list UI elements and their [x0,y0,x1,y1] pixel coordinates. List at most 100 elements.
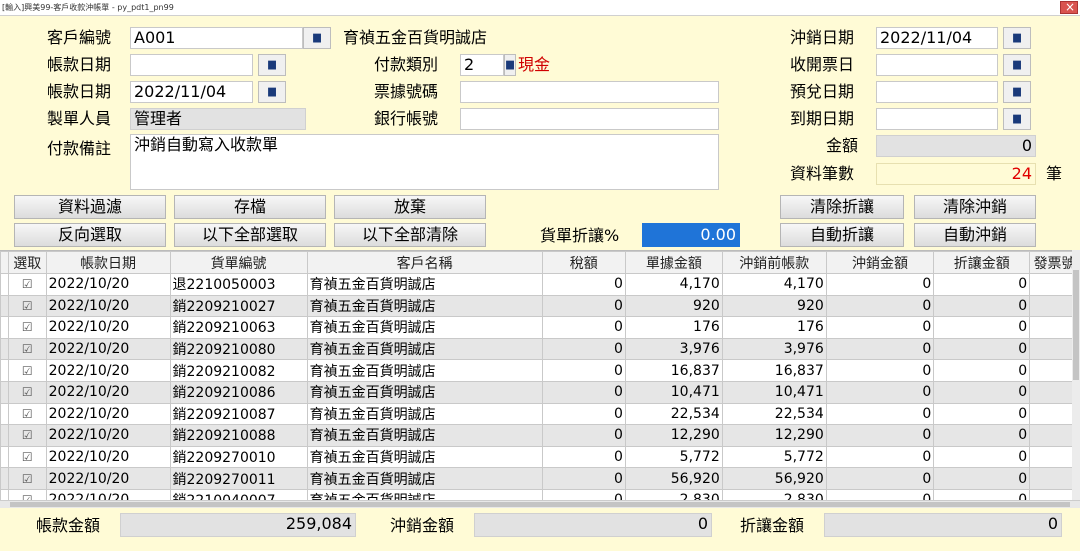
issue-date-label: 收開票日 [790,55,855,74]
table-row[interactable]: ☑ 2022/10/20 銷2209270010 育禎五金百貨明誠店 0 5,772 5,7… [0,445,1080,469]
table-cell: 0 [825,467,935,490]
table-row[interactable]: ☑ 2022/10/20 銷2209210063 育禎五金百貨明誠店 0 176 176 0 0 [0,316,1080,339]
memo-textarea[interactable]: 沖銷自動寫入收款單 [130,134,719,190]
table-row[interactable]: ☑ 2022/10/20 銷2209210080 育禎五金百貨明誠店 0 3,976 3,9… [0,337,1080,361]
bill-date2-input[interactable]: 2022/11/04 [130,81,253,103]
clear-offset-button[interactable]: 清除沖銷 [914,195,1036,219]
table-cell: 0 [933,380,1031,404]
row-indicator [0,273,9,296]
column-header[interactable]: 稅額 [541,251,626,274]
column-header[interactable]: 沖銷金額 [825,251,935,274]
offset-date-input[interactable]: 2022/11/04 [876,27,998,49]
table-row[interactable]: ☑ 2022/10/20 銷2209210027 育禎五金百貨明誠店 0 920 920 0 0 [0,294,1080,318]
select-checkbox[interactable]: ☑ [7,380,47,404]
table-row[interactable]: ☑2022/10/20銷2210040007育禎五金百貨明誠店02,8302,8… [0,488,1080,500]
chevron-down-icon[interactable] [504,54,516,76]
select-checkbox[interactable]: ☑ [7,445,47,469]
customer-picker-icon[interactable] [303,27,331,49]
clear-discount-button[interactable]: 清除折讓 [780,195,904,219]
table-row[interactable]: ☑ 2022/10/20 退2210050003 育禎五金百貨明誠店 0 4,170 4,1… [0,273,1080,296]
pay-type-label: 付款類別 [374,55,439,74]
table-cell: 10,471 [624,380,723,404]
bill-date1-input[interactable] [130,54,253,76]
abandon-button[interactable]: 放棄 [334,195,486,219]
table-cell: 22,534 [721,402,827,426]
due-date-input[interactable] [876,108,998,130]
calendar-icon[interactable] [1003,81,1031,103]
column-header[interactable]: 沖銷前帳款 [721,251,827,274]
table-row[interactable]: ☑ 2022/10/20 銷2209210087 育禎五金百貨明誠店 0 22,534 22… [0,402,1080,426]
scroll-thumb[interactable] [1073,270,1079,380]
column-header[interactable]: 折讓金額 [933,251,1031,274]
maker-field: 管理者 [130,108,306,130]
bank-account-input[interactable] [460,108,719,130]
calendar-icon[interactable] [1003,108,1031,130]
table-row[interactable]: ☑ 2022/10/20 銷2209270011 育禎五金百貨明誠店 0 56,920 56… [0,467,1080,490]
calendar-icon[interactable] [258,81,286,103]
invert-select-button[interactable]: 反向選取 [14,223,166,247]
table-cell: 0 [825,294,935,318]
expected-date-label: 預兌日期 [790,82,855,101]
table-cell: 2,830 [624,488,723,500]
select-all-below-button[interactable]: 以下全部選取 [174,223,326,247]
table-cell: 0 [825,337,935,361]
due-date-label: 到期日期 [790,109,855,128]
voucher-no-input[interactable] [460,81,719,103]
column-header[interactable]: 貨單編號 [169,251,308,274]
ledger-table: 選取 帳款日期 貨單編號 客戶名稱 稅額 單據金額 沖銷前帳款 沖銷金額 折讓金額 發票號 ☑ 20… [0,251,1080,500]
select-checkbox[interactable]: ☑ [7,402,47,426]
window-title: [輸入]興美99-客戶收款沖帳單 - py_pdt1_pn99 [2,3,174,12]
calendar-icon[interactable] [1003,27,1031,49]
ledger-grid[interactable]: 選取 帳款日期 貨單編號 客戶名稱 稅額 單據金額 沖銷前帳款 沖銷金額 折讓金額 發票號 ☑ 20… [0,250,1080,500]
auto-offset-button[interactable]: 自動沖銷 [914,223,1036,247]
calendar-icon[interactable] [258,54,286,76]
discount-input[interactable]: 0.00 [642,223,740,247]
table-cell: 12,290 [624,424,723,447]
issue-date-input[interactable] [876,54,998,76]
save-button[interactable]: 存檔 [174,195,326,219]
select-checkbox[interactable]: ☑ [7,316,47,339]
table-row[interactable]: ☑ 2022/10/20 銷2209210086 育禎五金百貨明誠店 0 10,471 10… [0,380,1080,404]
table-cell: 0 [825,380,935,404]
bill-date2-label: 帳款日期 [47,82,112,101]
row-indicator [0,294,9,318]
column-header[interactable]: 選取 [7,251,47,274]
select-checkbox[interactable]: ☑ [7,424,47,447]
table-cell: 2022/10/20 [45,380,171,404]
customer-code-input[interactable]: A001 [130,27,303,49]
pay-type-select[interactable]: 2 [460,54,504,76]
select-checkbox[interactable]: ☑ [7,467,47,490]
row-indicator [0,424,9,447]
expected-date-input[interactable] [876,81,998,103]
row-indicator [0,380,9,404]
clear-all-below-button[interactable]: 以下全部清除 [334,223,486,247]
select-checkbox[interactable]: ☑ [7,294,47,318]
auto-discount-button[interactable]: 自動折讓 [780,223,904,247]
customer-code-label: 客戶編號 [47,28,112,47]
table-row[interactable]: ☑ 2022/10/20 銷2209210088 育禎五金百貨明誠店 0 12,290 12… [0,424,1080,447]
calendar-icon[interactable] [1003,54,1031,76]
close-icon[interactable] [1060,0,1078,15]
table-row[interactable]: ☑ 2022/10/20 銷2209210082 育禎五金百貨明誠店 0 16,837 16… [0,359,1080,382]
vertical-scrollbar[interactable] [1072,250,1080,500]
column-header[interactable]: 單據金額 [624,251,723,274]
select-checkbox[interactable]: ☑ [7,359,47,382]
table-cell: 0 [825,445,935,469]
column-header[interactable]: 客戶名稱 [306,251,543,274]
column-header[interactable]: 帳款日期 [45,251,171,274]
window-titlebar: [輸入]興美99-客戶收款沖帳單 - py_pdt1_pn99 [0,0,1080,16]
horizontal-scrollbar[interactable] [0,500,1080,508]
select-checkbox[interactable]: ☑ [7,273,47,296]
table-cell: 2022/10/20 [45,273,171,296]
select-checkbox[interactable]: ☑ [7,488,47,500]
table-cell: 2022/10/20 [45,359,171,382]
row-indicator [0,337,9,361]
table-cell: 銷2209210063 [169,316,308,339]
table-cell: 育禎五金百貨明誠店 [306,445,543,469]
filter-button[interactable]: 資料過濾 [14,195,166,219]
table-cell: 2022/10/20 [45,402,171,426]
select-checkbox[interactable]: ☑ [7,337,47,361]
table-cell: 0 [541,273,626,296]
table-cell: 育禎五金百貨明誠店 [306,402,543,426]
scroll-thumb[interactable] [10,502,1070,507]
